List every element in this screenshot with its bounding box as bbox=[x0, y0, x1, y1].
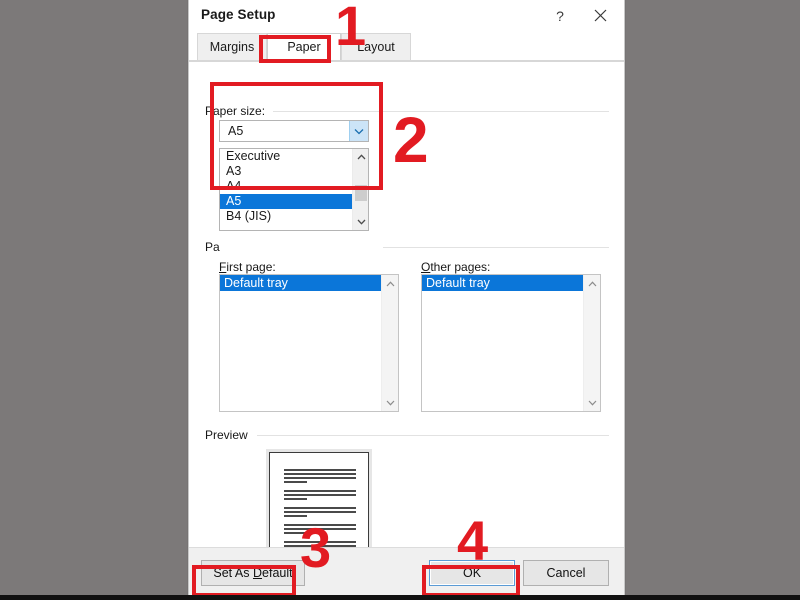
first-page-scroll-up-chevron-up-icon[interactable] bbox=[382, 275, 398, 292]
paper-size-option-a4[interactable]: A4 bbox=[220, 179, 353, 194]
first-page-scroll-down-chevron-down-icon[interactable] bbox=[382, 394, 398, 411]
dropdown-scroll-thumb[interactable] bbox=[355, 185, 367, 201]
paper-source-group-label: Pa bbox=[205, 240, 225, 254]
other-pages-listbox[interactable]: Default tray bbox=[421, 274, 601, 412]
paper-size-option-a5[interactable]: A5 bbox=[220, 194, 353, 209]
paper-size-chevron-down-icon[interactable] bbox=[349, 121, 368, 141]
other-pages-scroll-up-chevron-up-icon[interactable] bbox=[584, 275, 600, 292]
first-page-label: First page: bbox=[219, 260, 276, 274]
page-setup-dialog: Page Setup ? Margins Paper Layout Paper … bbox=[188, 0, 625, 600]
tab-paper-label: Paper bbox=[287, 40, 321, 54]
paper-size-option-a3[interactable]: A3 bbox=[220, 164, 353, 179]
dialog-footer: Set As Default OK Cancel bbox=[189, 547, 624, 599]
paper-size-dropdown-scrollbar[interactable] bbox=[352, 149, 368, 230]
close-icon[interactable] bbox=[580, 0, 620, 31]
help-icon[interactable]: ? bbox=[540, 0, 580, 31]
first-page-listbox[interactable]: Default tray bbox=[219, 274, 399, 412]
page-title: Page Setup bbox=[201, 7, 276, 22]
ok-label: OK bbox=[462, 566, 482, 580]
paper-size-combo[interactable]: A5 bbox=[219, 120, 369, 142]
paper-size-group-label: Paper size: bbox=[205, 104, 271, 118]
other-pages-scroll-down-chevron-down-icon[interactable] bbox=[584, 394, 600, 411]
preview-group-label: Preview bbox=[205, 428, 253, 442]
dropdown-scroll-up-chevron-up-icon[interactable] bbox=[353, 149, 368, 165]
paper-source-group-line bbox=[383, 247, 609, 248]
paper-size-value: A5 bbox=[228, 124, 244, 138]
ok-button[interactable]: OK bbox=[429, 560, 515, 586]
paper-size-option-b4-jis[interactable]: B4 (JIS) bbox=[220, 209, 353, 224]
tab-paper[interactable]: Paper bbox=[267, 33, 341, 60]
paper-size-group-line bbox=[273, 111, 609, 112]
tab-strip: Margins Paper Layout bbox=[189, 32, 624, 61]
tab-layout-label: Layout bbox=[357, 40, 395, 54]
paper-tab-panel: Paper size: A5 Pa First page: Other page… bbox=[189, 61, 624, 599]
first-page-item-default-tray[interactable]: Default tray bbox=[220, 275, 383, 291]
other-pages-scrollbar[interactable] bbox=[583, 275, 600, 411]
paper-size-dropdown-list[interactable]: Executive A3 A4 A5 B4 (JIS) bbox=[219, 148, 369, 231]
preview-group-line bbox=[257, 435, 609, 436]
set-as-default-button[interactable]: Set As Default bbox=[201, 560, 305, 586]
dropdown-scroll-down-chevron-down-icon[interactable] bbox=[353, 214, 368, 230]
cancel-label: Cancel bbox=[546, 566, 586, 580]
other-pages-item-default-tray[interactable]: Default tray bbox=[422, 275, 585, 291]
bottom-black-strip bbox=[0, 595, 800, 600]
screen: Page Setup ? Margins Paper Layout Paper … bbox=[0, 0, 800, 600]
tab-margins-label: Margins bbox=[209, 40, 255, 54]
tab-layout[interactable]: Layout bbox=[341, 33, 411, 60]
set-as-default-label: Set As Default bbox=[213, 566, 293, 580]
tab-margins[interactable]: Margins bbox=[197, 33, 267, 60]
title-bar: Page Setup ? bbox=[189, 0, 624, 32]
other-pages-label: Other pages: bbox=[421, 260, 491, 274]
paper-size-option-executive[interactable]: Executive bbox=[220, 149, 353, 164]
first-page-scrollbar[interactable] bbox=[381, 275, 398, 411]
cancel-button[interactable]: Cancel bbox=[523, 560, 609, 586]
